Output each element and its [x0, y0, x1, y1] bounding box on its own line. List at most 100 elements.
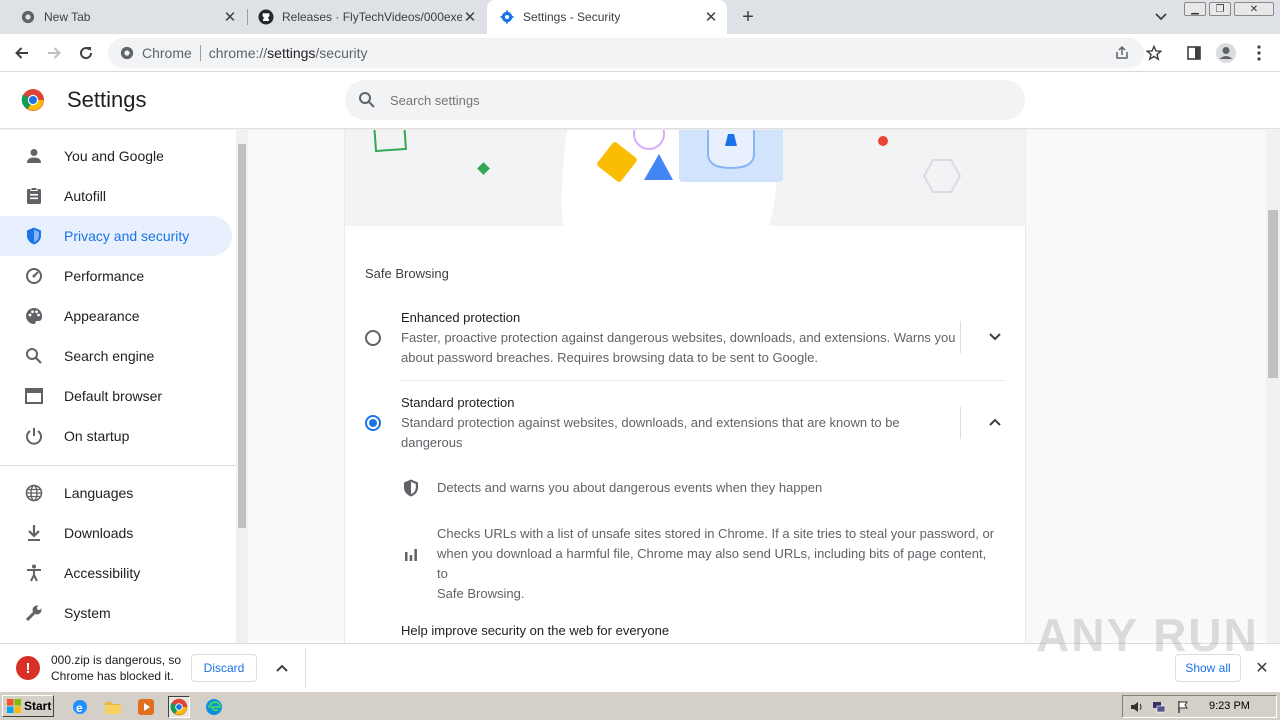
- palette-icon: [24, 306, 44, 326]
- sidebar-item-downloads[interactable]: Downloads: [0, 513, 232, 553]
- windows-flag-icon: [7, 699, 21, 713]
- sidebar-item-label: System: [64, 605, 111, 621]
- sidebar-scrollbar-thumb[interactable]: [238, 144, 246, 528]
- bookmark-star-icon[interactable]: [1142, 41, 1166, 65]
- address-bar[interactable]: Chrome chrome://settings/security: [108, 38, 1144, 68]
- restore-button[interactable]: ❐: [1209, 2, 1231, 16]
- tab-title: New Tab: [44, 10, 91, 24]
- chrome-taskbar-icon[interactable]: [168, 696, 190, 718]
- sidebar-scrollbar[interactable]: [236, 130, 248, 643]
- taskbar-clock[interactable]: 9:23 PM: [1209, 700, 1250, 712]
- close-icon[interactable]: ✕: [462, 9, 478, 26]
- sidebar-item-performance[interactable]: Performance: [0, 256, 232, 296]
- speedometer-icon: [24, 266, 44, 286]
- standard-protection-description: Standard protection against websites, do…: [401, 415, 900, 450]
- chevron-up-icon: [276, 664, 288, 672]
- wrench-icon: [24, 603, 44, 623]
- back-arrow-icon: [15, 47, 28, 59]
- sidebar-item-label: Languages: [64, 485, 134, 501]
- file-explorer-icon[interactable]: [102, 696, 124, 718]
- sidebar-item-autofill[interactable]: Autofill: [0, 176, 232, 216]
- sidebar-item-label: Default browser: [64, 388, 163, 404]
- bar-chart-icon: [401, 544, 421, 564]
- reload-button[interactable]: [74, 41, 98, 65]
- windows-taskbar: Start e 9:23 PM: [0, 691, 1280, 720]
- search-input[interactable]: [390, 92, 990, 108]
- tab-strip: New Tab ✕ Releases · FlyTechVideos/000ex…: [0, 0, 1280, 34]
- back-button[interactable]: [10, 41, 34, 65]
- sidebar-item-search-engine[interactable]: Search engine: [0, 336, 232, 376]
- settings-gear-icon: [499, 9, 515, 25]
- side-panel-icon[interactable]: [1182, 41, 1206, 65]
- sidebar-item-system[interactable]: System: [0, 593, 232, 633]
- tab-new-tab[interactable]: New Tab ✕: [0, 0, 246, 34]
- discard-button[interactable]: Discard: [191, 654, 257, 682]
- edge-icon[interactable]: [203, 696, 225, 718]
- minimize-button[interactable]: ▁: [1184, 2, 1206, 16]
- enhanced-protection-title: Enhanced protection: [401, 310, 521, 325]
- sidebar-item-on-startup[interactable]: On startup: [0, 416, 232, 456]
- kebab-menu-icon[interactable]: [1247, 41, 1271, 65]
- main-scrollbar-thumb[interactable]: [1268, 210, 1278, 378]
- sidebar-item-label: Downloads: [64, 525, 134, 541]
- media-player-icon[interactable]: [135, 696, 157, 718]
- close-icon[interactable]: ✕: [703, 9, 719, 26]
- volume-icon[interactable]: [1129, 699, 1145, 715]
- sidebar-item-languages[interactable]: Languages: [0, 473, 232, 513]
- show-all-button[interactable]: Show all: [1175, 654, 1241, 682]
- sidebar-item-label: Autofill: [64, 188, 107, 204]
- close-icon[interactable]: ✕: [222, 9, 238, 26]
- profile-avatar[interactable]: [1214, 41, 1238, 65]
- url-text: chrome://settings/security: [208, 45, 368, 61]
- sidebar-item-you-and-google[interactable]: You and Google: [0, 136, 232, 176]
- standard-collapse-button[interactable]: [985, 412, 1005, 432]
- svg-text:e: e: [76, 701, 83, 715]
- tab-settings-security[interactable]: Settings - Security ✕: [487, 0, 727, 34]
- settings-search[interactable]: [345, 80, 1025, 120]
- sidebar-item-default-browser[interactable]: Default browser: [0, 376, 232, 416]
- chevron-up-icon: [989, 418, 1001, 426]
- network-icon[interactable]: [1151, 699, 1167, 715]
- close-download-bar-icon[interactable]: ✕: [1252, 658, 1272, 678]
- download-options-button[interactable]: [272, 658, 292, 678]
- person-icon: [24, 146, 44, 166]
- download-icon: [24, 523, 44, 543]
- tab-title: Releases · FlyTechVideos/000exe: [282, 10, 462, 24]
- browser-toolbar: Chrome chrome://settings/security: [0, 34, 1280, 72]
- chrome-logo-icon: [21, 88, 45, 112]
- sidebar-item-appearance[interactable]: Appearance: [0, 296, 232, 336]
- help-improve-security-title: Help improve security on the web for eve…: [401, 623, 670, 638]
- sidebar-item-label: Privacy and security: [64, 228, 190, 244]
- start-button[interactable]: Start: [2, 695, 54, 717]
- enhanced-expand-button[interactable]: [985, 327, 1005, 347]
- section-title-safe-browsing: Safe Browsing: [365, 266, 449, 281]
- enhanced-protection-description: Faster, proactive protection against dan…: [401, 330, 956, 365]
- new-tab-button[interactable]: +: [737, 6, 759, 28]
- system-tray: 9:23 PM: [1122, 695, 1277, 718]
- download-divider: [305, 648, 306, 688]
- detail-checks-urls: Checks URLs with a list of unsafe sites …: [437, 526, 995, 601]
- sidebar-item-label: Accessibility: [64, 565, 141, 581]
- forward-button[interactable]: [42, 41, 66, 65]
- clipboard-icon: [24, 186, 44, 206]
- omnibox-divider: [199, 45, 201, 61]
- start-label: Start: [24, 699, 52, 713]
- internet-explorer-icon[interactable]: e: [69, 696, 91, 718]
- sidebar-item-privacy-and-security[interactable]: Privacy and security: [0, 216, 232, 256]
- tab-releases[interactable]: Releases · FlyTechVideos/000exe ✕: [238, 0, 486, 34]
- chevron-down-icon: [989, 333, 1001, 341]
- share-icon[interactable]: [1110, 38, 1134, 68]
- window-close-button[interactable]: ✕: [1234, 2, 1274, 16]
- main-scrollbar[interactable]: [1266, 130, 1280, 643]
- chevron-down-icon: [1155, 13, 1167, 21]
- error-icon: !: [16, 656, 40, 680]
- forward-arrow-icon: [48, 47, 61, 59]
- tab-search-button[interactable]: [1152, 8, 1170, 26]
- enhanced-protection-radio[interactable]: [365, 330, 381, 346]
- chrome-site-icon[interactable]: [118, 44, 136, 62]
- sidebar-divider: [0, 465, 236, 466]
- action-center-flag-icon[interactable]: [1175, 699, 1191, 715]
- sidebar-item-accessibility[interactable]: Accessibility: [0, 553, 232, 593]
- standard-protection-radio[interactable]: [365, 415, 381, 431]
- download-warning-text[interactable]: 000.zip is dangerous, so Chrome has bloc…: [51, 652, 191, 684]
